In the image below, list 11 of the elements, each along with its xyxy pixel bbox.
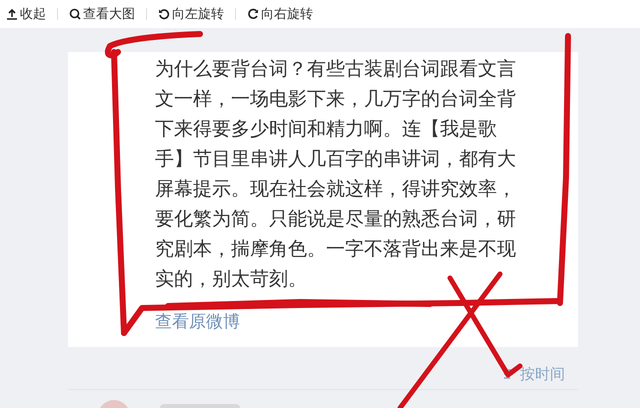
upload-icon (6, 8, 18, 20)
rotate-left-icon (158, 8, 170, 20)
marker-loop (104, 43, 121, 58)
toolbar-button[interactable]: 查看大图 (65, 5, 139, 23)
post-text: 为什么要背台词？有些古装剧台词跟看文言文一样，一场电影下来，几万字的台词全背下来得要多少时间和精力啊。连【我是歌手】节目里串讲人几百字的串讲词，都有大屏幕提示。现在社会就这样，得讲究效率，要化繁为简。只能说是尽量的熟悉台词，研究剧本，揣摩角色。一字不落背出来是不现实的，别太苛刻。 (155, 57, 517, 292)
rotate-right-icon (247, 8, 259, 20)
toolbar-button[interactable]: 收起 (2, 5, 50, 23)
sort-icon (504, 369, 516, 379)
toolbar-button[interactable]: 向右旋转 (243, 5, 317, 23)
toolbar-button[interactable]: 向左旋转 (154, 5, 228, 23)
search-icon (69, 8, 81, 20)
